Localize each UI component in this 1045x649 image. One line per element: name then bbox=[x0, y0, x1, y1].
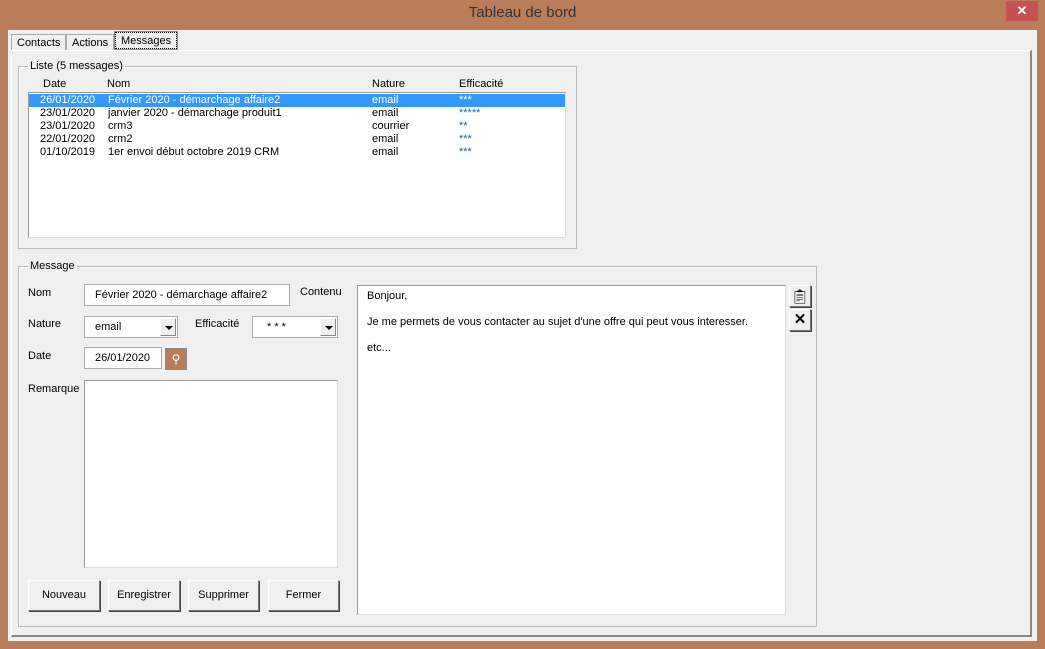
cell-date: 22/01/2020 bbox=[40, 133, 96, 145]
tab-actions[interactable]: Actions bbox=[66, 34, 115, 51]
table-row[interactable]: 23/01/2020 janvier 2020 - démarchage prod… bbox=[29, 107, 565, 120]
cell-date: 01/10/2019 bbox=[40, 146, 96, 158]
table-row[interactable]: 26/01/2020 Février 2020 - démarchage affa… bbox=[29, 94, 565, 107]
message-legend: Message bbox=[28, 260, 77, 272]
liste-legend: Liste (5 messages) bbox=[28, 60, 125, 72]
cell-nature: email bbox=[372, 107, 399, 119]
contenu-label: Contenu bbox=[300, 286, 342, 298]
cell-nature: courrier bbox=[372, 120, 410, 132]
cell-nom: janvier 2020 - démarchage produit1 bbox=[108, 107, 282, 119]
efficacite-label: Efficacité bbox=[195, 318, 240, 330]
nom-label: Nom bbox=[28, 287, 52, 299]
remarque-label: Remarque bbox=[28, 383, 80, 395]
tab-contacts[interactable]: Contacts bbox=[11, 34, 67, 51]
enregistrer-button[interactable]: Enregistrer bbox=[108, 580, 180, 611]
date-input[interactable]: 26/01/2020 bbox=[84, 347, 162, 369]
cell-efficacite: *** bbox=[459, 146, 472, 158]
nom-input[interactable]: Février 2020 - démarchage affaire2 bbox=[84, 284, 290, 306]
fermer-button[interactable]: Fermer bbox=[268, 580, 339, 611]
table-row[interactable]: 01/10/2019 1er envoi début octobre 2019 C… bbox=[29, 146, 565, 159]
close-icon: ✕ bbox=[793, 311, 807, 328]
cell-date: 23/01/2020 bbox=[40, 107, 96, 119]
cell-nom: Février 2020 - démarchage affaire2 bbox=[108, 94, 281, 106]
remarque-textarea[interactable] bbox=[84, 380, 338, 568]
nature-combobox[interactable]: email bbox=[84, 316, 178, 338]
column-header-nom: Nom bbox=[107, 78, 131, 90]
table-row[interactable]: 23/01/2020 crm3 courrier ** bbox=[29, 120, 565, 133]
supprimer-button[interactable]: Supprimer bbox=[188, 580, 259, 611]
chevron-down-icon[interactable] bbox=[320, 318, 336, 336]
tab-messages[interactable]: Messages bbox=[113, 31, 179, 50]
nouveau-button[interactable]: Nouveau bbox=[28, 580, 100, 611]
cell-efficacite: ***** bbox=[459, 107, 481, 119]
close-icon: ✕ bbox=[1016, 3, 1028, 18]
nature-value: email bbox=[95, 321, 122, 333]
search-icon: ⚲ bbox=[171, 352, 181, 366]
column-header-efficacite: Efficacité bbox=[459, 78, 504, 90]
chevron-down-icon[interactable] bbox=[160, 318, 176, 336]
clipboard-icon: 📋︎ bbox=[791, 288, 809, 304]
date-picker-button[interactable]: ⚲ bbox=[165, 348, 187, 370]
cell-nom: 1er envoi début octobre 2019 CRM bbox=[108, 146, 280, 158]
nature-label: Nature bbox=[28, 318, 62, 330]
cell-date: 26/01/2020 bbox=[40, 94, 96, 106]
clear-content-button[interactable]: ✕ bbox=[789, 309, 811, 331]
window-title: Tableau de bord bbox=[468, 4, 577, 21]
contenu-line: Je me permets de vous contacter au sujet… bbox=[367, 316, 749, 328]
date-label: Date bbox=[28, 350, 52, 362]
cell-nature: email bbox=[372, 146, 399, 158]
contenu-line: etc... bbox=[367, 342, 391, 354]
cell-nom: crm3 bbox=[108, 120, 133, 132]
cell-efficacite: ** bbox=[459, 120, 468, 132]
cell-efficacite: *** bbox=[459, 94, 472, 106]
contenu-line: Bonjour, bbox=[367, 290, 408, 302]
paste-button[interactable]: 📋︎ bbox=[789, 285, 811, 307]
column-header-date: Date bbox=[43, 78, 67, 90]
close-button[interactable]: ✕ bbox=[1006, 1, 1038, 21]
cell-date: 23/01/2020 bbox=[40, 120, 96, 132]
table-row[interactable]: 22/01/2020 crm2 email *** bbox=[29, 133, 565, 146]
efficacite-combobox[interactable]: * * * bbox=[252, 316, 338, 338]
contenu-textarea[interactable]: Bonjour, Je me permets de vous contacter… bbox=[357, 285, 786, 615]
efficacite-value: * * * bbox=[267, 321, 286, 333]
column-header-nature: Nature bbox=[372, 78, 406, 90]
cell-efficacite: *** bbox=[459, 133, 472, 145]
cell-nature: email bbox=[372, 94, 399, 106]
cell-nature: email bbox=[372, 133, 399, 145]
cell-nom: crm2 bbox=[108, 133, 133, 145]
